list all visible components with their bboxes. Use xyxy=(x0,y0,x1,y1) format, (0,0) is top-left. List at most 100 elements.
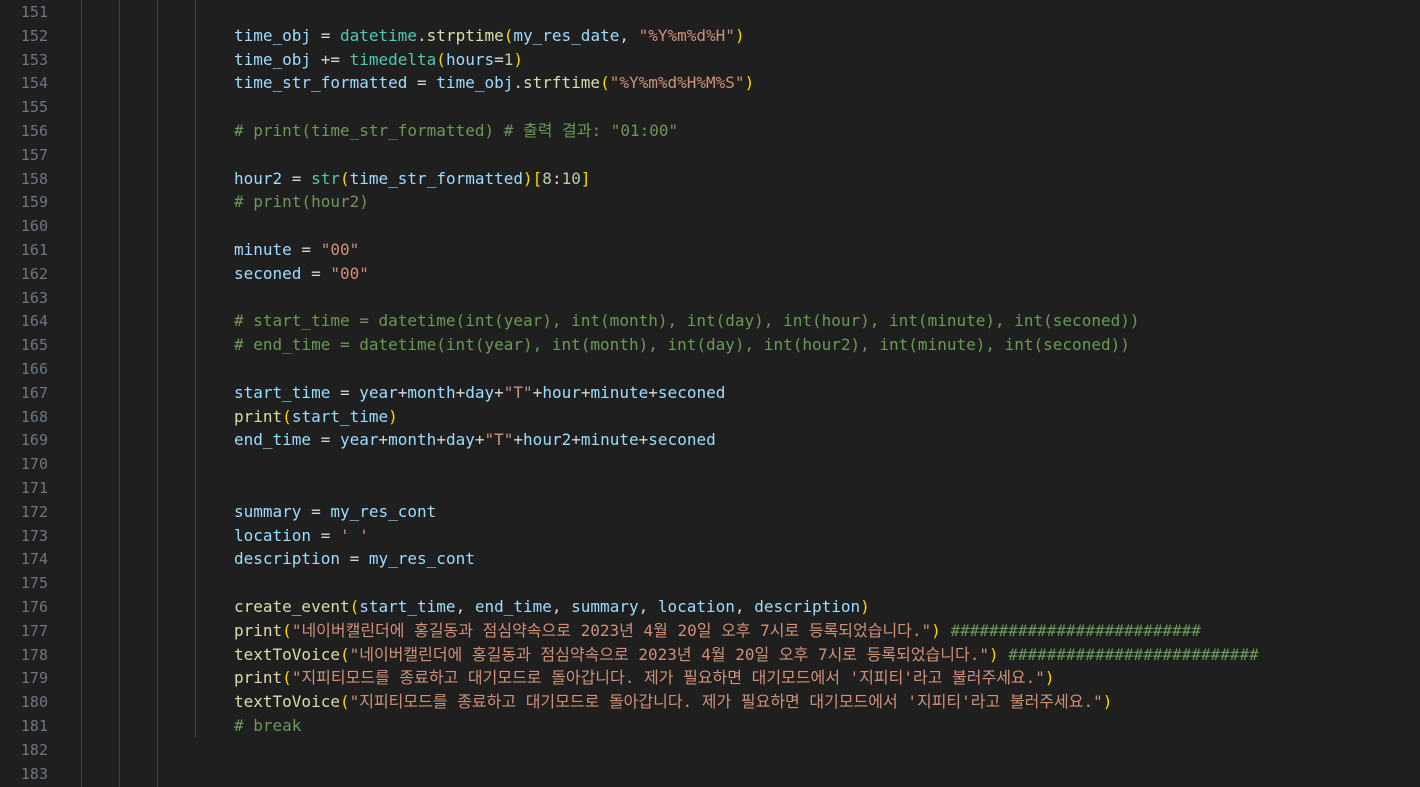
code-line[interactable]: 172 summary = my_res_cont xyxy=(0,500,1420,524)
code-line[interactable]: 156 # print(time_str_formatted) # 출력 결과: … xyxy=(0,119,1420,143)
code-line[interactable]: 179 print("지피티모드를 종료하고 대기모드로 돌아갑니다. 제가 필요… xyxy=(0,666,1420,690)
code-token: "네이버캘린더에 홍길동과 점심약속으로 2023년 4월 20일 오후 7시로… xyxy=(291,620,932,640)
line-number: 158 xyxy=(20,169,48,188)
code-token: + xyxy=(571,430,581,450)
code-line[interactable]: 157 xyxy=(0,143,1420,167)
code-token: ) xyxy=(860,597,870,616)
code-token: + xyxy=(436,430,446,450)
line-number: 177 xyxy=(20,621,48,640)
code-token: = xyxy=(301,263,331,283)
line-code: textToVoice("네이버캘린더에 홍길동과 점심약속으로 2023년 4… xyxy=(234,643,1259,667)
code-token: ( xyxy=(339,644,350,664)
code-token: seconed xyxy=(234,263,302,283)
code-token: = xyxy=(282,168,312,188)
code-token: ( xyxy=(349,597,360,616)
line-number: 157 xyxy=(20,145,48,164)
code-line[interactable]: 161 minute = "00" xyxy=(0,238,1420,262)
line-code: # end_time = datetime(int(year), int(mon… xyxy=(234,333,1130,357)
code-token: ) xyxy=(388,406,398,426)
line-code: # break xyxy=(234,714,301,738)
code-token: ) xyxy=(931,620,941,640)
code-token: # end_time = datetime(int(year), int(mon… xyxy=(234,335,1130,355)
code-token: day xyxy=(445,430,475,450)
code-token: minute xyxy=(590,382,649,402)
code-token: hour2 xyxy=(523,430,572,450)
code-token: ( xyxy=(282,668,292,688)
code-token: [ xyxy=(532,168,543,188)
code-line[interactable]: 169 end_time = year+month+day+"T"+hour2+m… xyxy=(0,428,1420,452)
line-number: 178 xyxy=(20,645,48,664)
code-token: + xyxy=(455,382,466,402)
code-token: , xyxy=(455,597,475,616)
code-token: location xyxy=(657,597,735,616)
code-line[interactable]: 183 xyxy=(0,762,1420,786)
code-line[interactable]: 171 xyxy=(0,476,1420,500)
line-number: 167 xyxy=(20,383,48,402)
line-number: 162 xyxy=(20,264,48,283)
code-line[interactable]: 165 # end_time = datetime(int(year), int(… xyxy=(0,333,1420,357)
code-line[interactable]: 174 description = my_res_cont xyxy=(0,547,1420,571)
code-token: # break xyxy=(234,716,302,735)
code-token: ( xyxy=(503,25,514,45)
line-code: time_str_formatted = time_obj.strftime("… xyxy=(234,71,754,95)
code-token: print xyxy=(234,620,283,640)
code-line[interactable]: 166 xyxy=(0,357,1420,381)
line-number: 164 xyxy=(20,312,48,331)
code-line[interactable]: 175 xyxy=(0,571,1420,595)
code-token: = xyxy=(311,25,340,45)
line-number: 170 xyxy=(20,455,48,474)
code-token: # start_time = datetime(int(year), int(m… xyxy=(234,311,1140,331)
code-token: hour2 xyxy=(234,168,283,188)
code-line[interactable]: 162 seconed = "00" xyxy=(0,262,1420,286)
code-token: ' ' xyxy=(339,525,369,545)
code-editor[interactable]: 151 152 time_obj = datetime.strptime(my_re… xyxy=(0,0,1420,787)
code-token: seconed xyxy=(648,430,716,450)
code-line[interactable]: 159 # print(hour2) xyxy=(0,190,1420,214)
code-token: print xyxy=(234,406,283,426)
code-token: textToVoice xyxy=(234,692,340,712)
code-token: hour xyxy=(542,382,581,402)
code-token: year xyxy=(359,382,398,402)
code-line[interactable]: 181 # break xyxy=(0,714,1420,738)
line-code: description = my_res_cont xyxy=(234,547,475,571)
code-line[interactable]: 177 print("네이버캘린더에 홍길동과 점심약속으로 2023년 4월 2… xyxy=(0,619,1420,643)
code-token: ( xyxy=(600,73,610,93)
code-token: month xyxy=(388,430,437,450)
code-token: , xyxy=(619,25,639,45)
code-line[interactable]: 168 print(start_time) xyxy=(0,405,1420,429)
line-number: 175 xyxy=(20,574,48,593)
code-line[interactable]: 167 start_time = year+month+day+"T"+hour+… xyxy=(0,381,1420,405)
code-line[interactable]: 176 create_event(start_time, end_time, su… xyxy=(0,595,1420,619)
line-code: print("지피티모드를 종료하고 대기모드로 돌아갑니다. 제가 필요하면 … xyxy=(234,666,1055,690)
code-line[interactable]: 163 xyxy=(0,286,1420,310)
code-token: 8 xyxy=(542,168,552,188)
line-code: time_obj = datetime.strptime(my_res_date… xyxy=(234,24,745,48)
code-line[interactable]: 173 location = ' ' xyxy=(0,524,1420,548)
line-number: 171 xyxy=(20,479,48,497)
code-line[interactable]: 164 # start_time = datetime(int(year), in… xyxy=(0,309,1420,333)
line-number: 160 xyxy=(20,217,48,236)
code-token: time_str_formatted xyxy=(349,168,524,188)
code-line[interactable]: 180 textToVoice("지피티모드를 종료하고 대기모드로 돌아갑니다.… xyxy=(0,690,1420,714)
code-token: "00" xyxy=(330,263,369,283)
code-token: , xyxy=(638,597,658,616)
code-token: textToVoice xyxy=(234,644,340,664)
code-token: print xyxy=(234,668,283,688)
code-line[interactable]: 160 xyxy=(0,214,1420,238)
code-line[interactable]: 153 time_obj += timedelta(hours=1) xyxy=(0,48,1420,72)
code-line[interactable]: 155 xyxy=(0,95,1420,119)
code-token: ( xyxy=(282,406,292,426)
code-token: end_time xyxy=(474,597,552,616)
line-number: 159 xyxy=(20,193,48,212)
code-line[interactable]: 158 hour2 = str(time_str_formatted)[8:10] xyxy=(0,167,1420,191)
code-line[interactable]: 170 xyxy=(0,452,1420,476)
code-line[interactable]: 151 xyxy=(0,0,1420,24)
line-code: # start_time = datetime(int(year), int(m… xyxy=(234,309,1139,333)
code-line[interactable]: 178 textToVoice("네이버캘린더에 홍길동과 점심약속으로 2023… xyxy=(0,643,1420,667)
code-token: # print(hour2) xyxy=(234,192,369,212)
code-line[interactable]: 154 time_str_formatted = time_obj.strftim… xyxy=(0,71,1420,95)
code-line[interactable]: 152 time_obj = datetime.strptime(my_res_d… xyxy=(0,24,1420,48)
code-token: = xyxy=(330,382,360,402)
code-line[interactable]: 182 xyxy=(0,738,1420,762)
code-token: "T" xyxy=(484,430,514,450)
